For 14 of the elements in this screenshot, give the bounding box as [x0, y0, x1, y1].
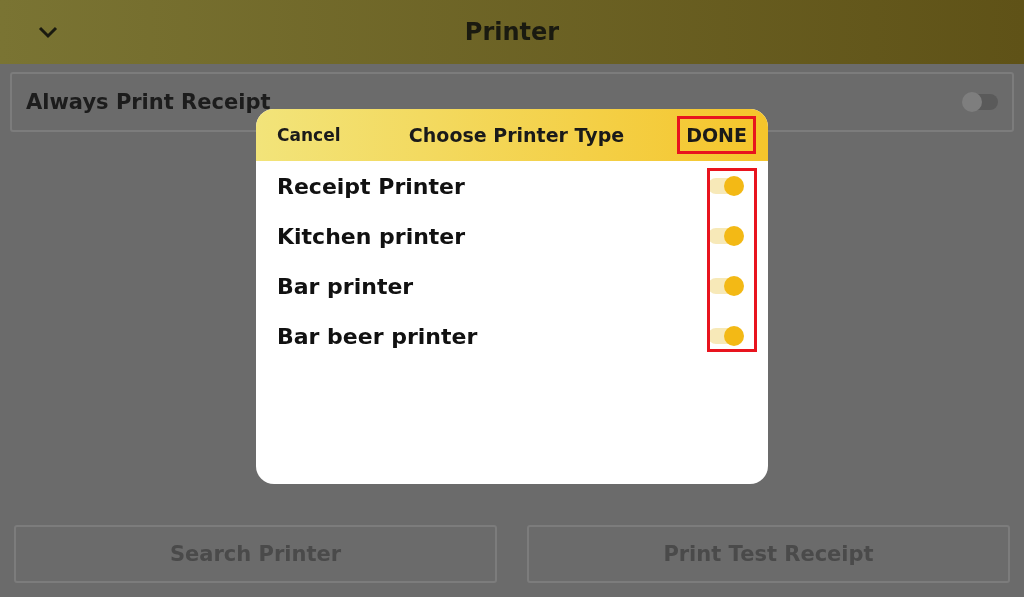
done-button[interactable]: DONE [677, 116, 756, 154]
printer-type-label: Kitchen printer [277, 223, 466, 249]
toggle-switch[interactable] [708, 328, 742, 344]
printer-type-label: Bar beer printer [277, 323, 478, 349]
printer-type-label: Receipt Printer [277, 173, 465, 199]
toggle-switch[interactable] [964, 94, 998, 110]
cancel-button[interactable]: Cancel [277, 125, 341, 145]
setting-label: Always Print Receipt [26, 90, 271, 114]
toggle-switch[interactable] [708, 228, 742, 244]
page-title: Printer [464, 18, 560, 46]
toggle-switch[interactable] [708, 278, 742, 294]
toggle-switch[interactable] [708, 178, 742, 194]
dialog-title: Choose Printer Type [408, 124, 625, 146]
printer-type-label: Bar printer [277, 273, 414, 299]
